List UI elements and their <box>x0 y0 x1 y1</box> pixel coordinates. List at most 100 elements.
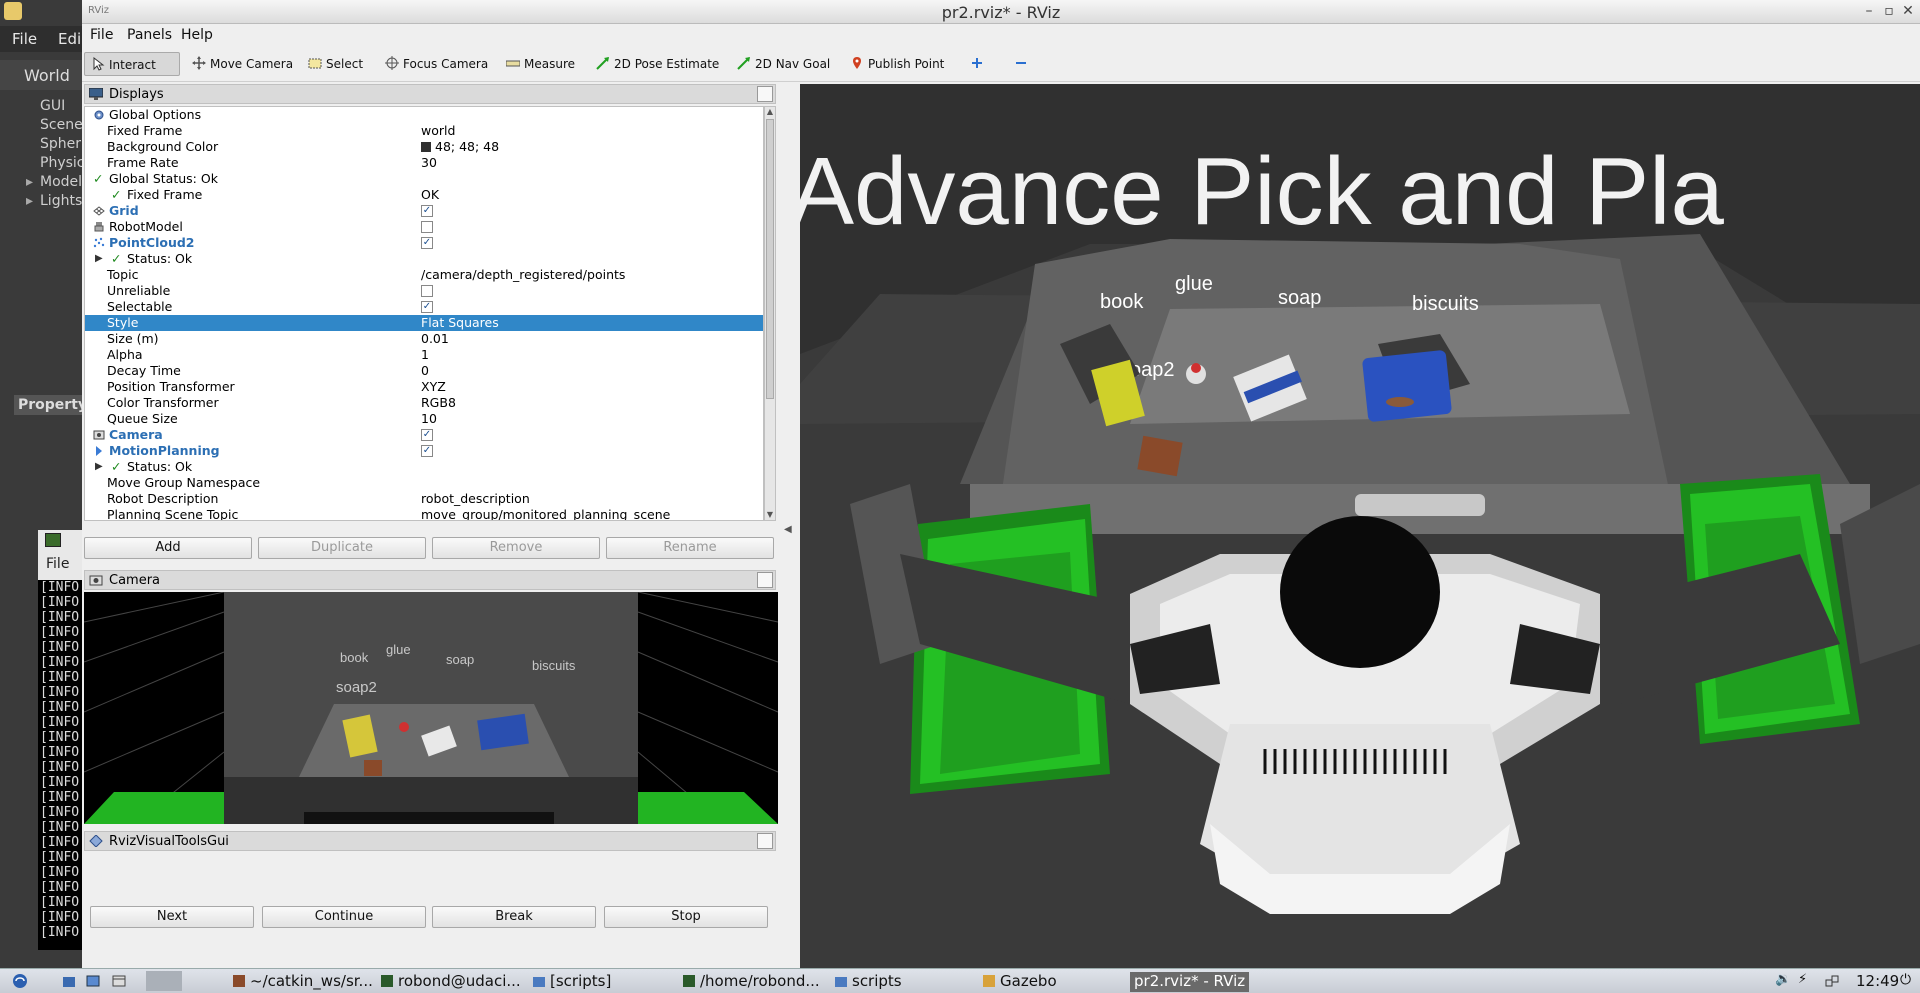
gazebo-tree-gui[interactable]: GUI <box>40 98 65 114</box>
file-manager-icon[interactable] <box>62 974 76 988</box>
camera-view[interactable]: book glue soap biscuits soap2 <box>84 592 778 824</box>
scroll-up-icon[interactable]: ▲ <box>765 107 775 117</box>
tree-row-move-group-namespace[interactable]: Move Group Namespace <box>85 475 763 491</box>
displays-scrollbar[interactable]: ▲ ▼ <box>764 106 776 521</box>
tree-row-background-color[interactable]: Background Color 48; 48; 48 <box>85 139 763 155</box>
taskbar-item-scripts-folder[interactable]: scripts <box>834 972 902 992</box>
rviz-visual-tools-undock-button[interactable] <box>757 833 773 849</box>
tree-row-pointcloud-status[interactable]: ▶ ✓ Status: Ok <box>85 251 763 267</box>
tree-row-global-options[interactable]: Global Options <box>85 107 763 123</box>
menu-help[interactable]: Help <box>181 27 213 43</box>
expand-arrow-icon[interactable]: ▶ <box>95 251 103 267</box>
gazebo-tree-spherical[interactable]: Spher <box>40 136 81 152</box>
tree-row-topic[interactable]: Topic /camera/depth_registered/points <box>85 267 763 283</box>
tree-row-frame-rate[interactable]: Frame Rate 30 <box>85 155 763 171</box>
selectable-checkbox[interactable]: ✓ <box>421 301 433 313</box>
next-button[interactable]: Next <box>90 906 254 928</box>
terminal-menu-file[interactable]: File <box>46 556 69 572</box>
menu-panels[interactable]: Panels <box>127 27 172 43</box>
duplicate-display-button[interactable]: Duplicate <box>258 537 426 559</box>
stop-button[interactable]: Stop <box>604 906 768 928</box>
tree-row-size[interactable]: Size (m) 0.01 <box>85 331 763 347</box>
title-bar[interactable]: RViz pr2.rviz* - RViz – ▫ ✕ <box>82 0 1920 24</box>
nav-goal-tool-button[interactable]: 2D Nav Goal <box>731 52 836 76</box>
volume-icon[interactable]: 🔉 <box>1775 972 1791 992</box>
start-menu-icon[interactable] <box>10 972 30 990</box>
remove-tool-button[interactable] <box>1008 52 1038 76</box>
tree-row-style[interactable]: Style Flat Squares <box>85 315 763 331</box>
gazebo-menu-file[interactable]: File <box>12 30 37 48</box>
add-display-button[interactable]: Add <box>84 537 252 559</box>
taskbar-item-gazebo[interactable]: Gazebo <box>982 972 1057 992</box>
grid-enabled-checkbox[interactable]: ✓ <box>421 205 433 217</box>
taskbar-item-home-robond[interactable]: /home/robond... <box>682 972 820 992</box>
tree-row-robot-description[interactable]: Robot Description robot_description <box>85 491 763 507</box>
tree-row-fixed-frame[interactable]: Fixed Frame world <box>85 123 763 139</box>
select-tool-button[interactable]: Select <box>302 52 369 76</box>
maximize-icon[interactable]: ▫ <box>1880 2 1898 20</box>
continue-button[interactable]: Continue <box>262 906 426 928</box>
tree-row-queue-size[interactable]: Queue Size 10 <box>85 411 763 427</box>
pose-estimate-tool-button[interactable]: 2D Pose Estimate <box>590 52 725 76</box>
tree-row-robot-model[interactable]: RobotModel <box>85 219 763 235</box>
motion-planning-enabled-checkbox[interactable]: ✓ <box>421 445 433 457</box>
tree-row-color-transformer[interactable]: Color Transformer RGB8 <box>85 395 763 411</box>
window-list-icon[interactable] <box>112 974 126 988</box>
tree-row-decay-time[interactable]: Decay Time 0 <box>85 363 763 379</box>
power-icon[interactable]: ⏻ <box>1900 972 1911 992</box>
collapse-left-icon[interactable]: ◀ <box>784 524 792 535</box>
menu-file[interactable]: File <box>90 27 113 43</box>
scrollbar-thumb[interactable] <box>766 119 774 399</box>
scroll-down-icon[interactable]: ▼ <box>765 510 775 520</box>
gazebo-menu-edit[interactable]: Edi <box>58 30 81 48</box>
pointcloud2-enabled-checkbox[interactable]: ✓ <box>421 237 433 249</box>
3d-render-view[interactable]: Advance Pick and Pla book glue soap bisc… <box>800 84 1920 968</box>
tree-row-selectable[interactable]: Selectable ✓ <box>85 299 763 315</box>
power-plug-icon[interactable]: ⚡ <box>1798 972 1807 992</box>
clock[interactable]: 12:49 <box>1856 972 1899 992</box>
workspace-switcher[interactable] <box>146 971 182 991</box>
break-button[interactable]: Break <box>432 906 596 928</box>
network-icon[interactable] <box>1825 974 1839 988</box>
tree-row-pointcloud2[interactable]: PointCloud2 ✓ <box>85 235 763 251</box>
tree-row-unreliable[interactable]: Unreliable <box>85 283 763 299</box>
scene-label-glue: glue <box>1175 273 1213 295</box>
unreliable-checkbox[interactable] <box>421 285 433 297</box>
add-tool-button[interactable] <box>964 52 994 76</box>
desktop-icon[interactable] <box>86 974 100 988</box>
tree-row-fixed-frame-status[interactable]: ✓ Fixed Frame OK <box>85 187 763 203</box>
gazebo-tree-models[interactable]: Model <box>26 174 82 190</box>
gazebo-tree-physics[interactable]: Physic <box>40 155 84 171</box>
displays-undock-button[interactable] <box>757 86 773 102</box>
camera-undock-button[interactable] <box>757 572 773 588</box>
gazebo-world-tab[interactable]: World <box>0 60 82 90</box>
tree-row-motion-status[interactable]: ▶ ✓ Status: Ok <box>85 459 763 475</box>
tree-row-global-status[interactable]: ✓ Global Status: Ok <box>85 171 763 187</box>
rename-display-button[interactable]: Rename <box>606 537 774 559</box>
tree-row-grid[interactable]: Grid ✓ <box>85 203 763 219</box>
tree-row-planning-scene-topic[interactable]: Planning Scene Topic move_group/monitore… <box>85 507 763 520</box>
panel-splitter[interactable]: ◀ <box>778 84 800 968</box>
robot-model-enabled-checkbox[interactable] <box>421 221 433 233</box>
tree-row-camera[interactable]: Camera ✓ <box>85 427 763 443</box>
taskbar-item-scripts-editor[interactable]: [scripts] <box>532 972 611 992</box>
remove-display-button[interactable]: Remove <box>432 537 600 559</box>
gazebo-tree-lights[interactable]: Lights <box>26 193 82 209</box>
camera-enabled-checkbox[interactable]: ✓ <box>421 429 433 441</box>
interact-tool-button[interactable]: Interact <box>84 52 180 76</box>
taskbar-item-rviz[interactable]: pr2.rviz* - RViz <box>1130 972 1250 992</box>
focus-camera-tool-button[interactable]: Focus Camera <box>379 52 494 76</box>
terminal-line: [INFO <box>40 700 80 715</box>
expand-arrow-icon[interactable]: ▶ <box>95 459 103 475</box>
taskbar-item-robond-terminal[interactable]: robond@udaci... <box>380 972 521 992</box>
tree-row-motion-planning[interactable]: MotionPlanning ✓ <box>85 443 763 459</box>
minimize-icon[interactable]: – <box>1860 2 1878 20</box>
taskbar-item-catkin[interactable]: ~/catkin_ws/sr... <box>232 972 373 992</box>
move-camera-tool-button[interactable]: Move Camera <box>186 52 299 76</box>
close-icon[interactable]: ✕ <box>1899 2 1917 20</box>
tree-row-alpha[interactable]: Alpha 1 <box>85 347 763 363</box>
publish-point-tool-button[interactable]: Publish Point <box>844 52 950 76</box>
gazebo-tree-scene[interactable]: Scene <box>40 117 83 133</box>
tree-row-position-transformer[interactable]: Position Transformer XYZ <box>85 379 763 395</box>
measure-tool-button[interactable]: Measure <box>500 52 581 76</box>
